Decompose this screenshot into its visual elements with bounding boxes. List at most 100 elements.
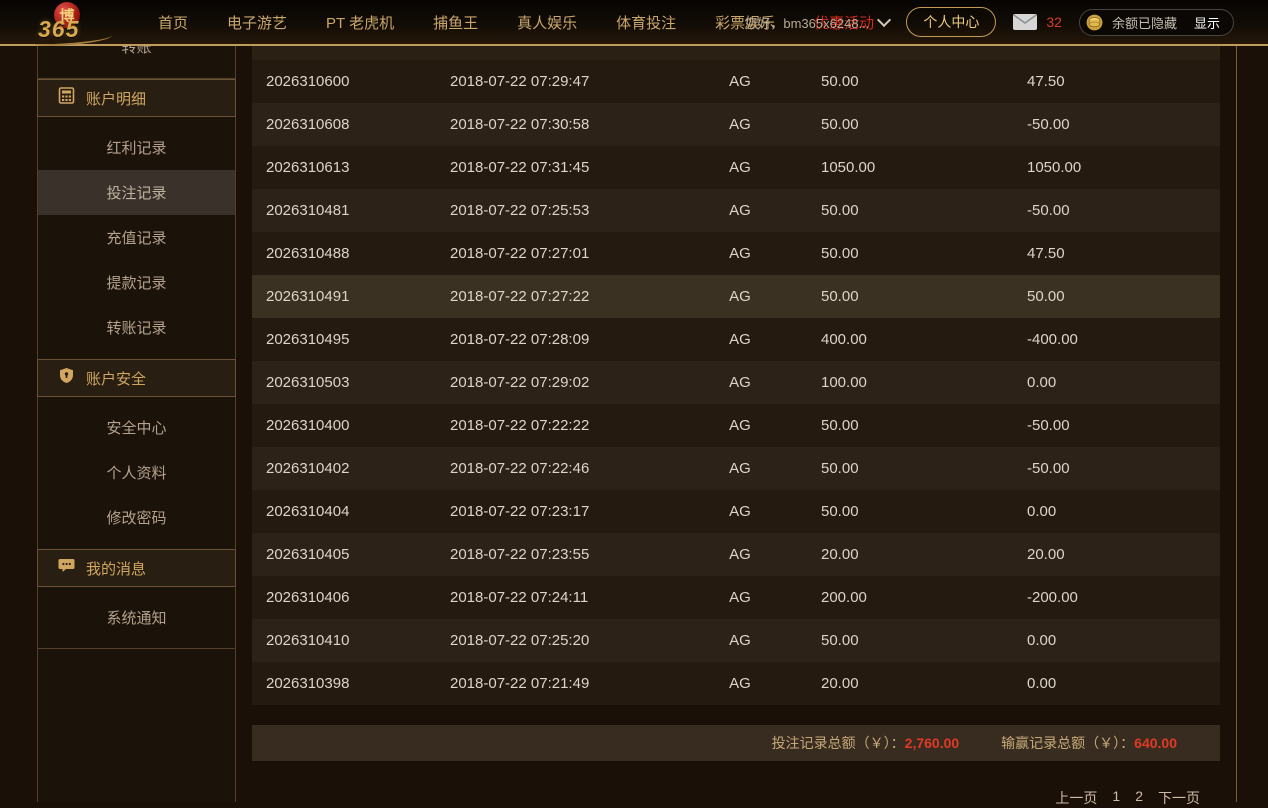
cell-record-id: 2026310600 — [266, 73, 350, 90]
nav-item-首页[interactable]: 首页 — [152, 12, 194, 33]
cell-timestamp: 2018-07-22 07:24:11 — [450, 589, 589, 606]
cell-win-loss: -50.00 — [1027, 417, 1070, 434]
sidebar-item-提款记录[interactable]: 提款记录 — [38, 260, 235, 305]
table-row[interactable]: 2026310495 2018-07-22 07:28:09 AG 400.00 -40… — [252, 318, 1220, 361]
cell-bet-amount: 50.00 — [821, 417, 859, 434]
cell-record-id: 2026310406 — [266, 589, 350, 606]
table-row[interactable]: 2026310405 2018-07-22 07:23:55 AG 20.00 20.0… — [252, 533, 1220, 576]
sidebar-item-投注记录[interactable]: 投注记录 — [38, 170, 235, 215]
cell-platform: AG — [729, 374, 751, 391]
table-row[interactable]: 2026310503 2018-07-22 07:29:02 AG 100.00 0.0… — [252, 361, 1220, 404]
show-balance-button[interactable]: 显示 — [1194, 13, 1220, 32]
table-row[interactable]: 2026310406 2018-07-22 07:24:11 AG 200.00 -20… — [252, 576, 1220, 619]
chevron-down-icon[interactable] — [877, 12, 892, 28]
cell-platform: AG — [729, 331, 751, 348]
table-header-partial — [252, 46, 1220, 60]
bet-records-panel: 2026310600 2018-07-22 07:29:47 AG 50.00 47.5… — [252, 46, 1220, 808]
cell-timestamp: 2018-07-22 07:25:53 — [450, 202, 590, 219]
sidebar-section-title: 账户明细 — [86, 90, 147, 108]
cell-win-loss: 47.50 — [1027, 245, 1065, 262]
sidebar-section-账户安全[interactable]: 账户安全 — [37, 359, 236, 397]
sidebar-item-系统通知[interactable]: 系统通知 — [38, 595, 235, 640]
nav-item-PT 老虎机[interactable]: PT 老虎机 — [320, 12, 400, 33]
cell-platform: AG — [729, 245, 751, 262]
cell-record-id: 2026310495 — [266, 331, 350, 348]
cell-record-id: 2026310608 — [266, 116, 350, 133]
cell-bet-amount: 50.00 — [821, 245, 859, 262]
profile-center-button[interactable]: 个人中心 — [906, 7, 997, 37]
table-row[interactable]: 2026310410 2018-07-22 07:25:20 AG 50.00 0.00 — [252, 619, 1220, 662]
nav-item-电子游艺[interactable]: 电子游艺 — [221, 12, 293, 33]
pagination-next[interactable]: 下一页 — [1158, 788, 1200, 808]
sidebar-section-我的消息[interactable]: 我的消息 — [37, 549, 236, 587]
cell-bet-amount: 200.00 — [821, 589, 867, 606]
cell-platform: AG — [729, 632, 751, 649]
cell-bet-amount: 50.00 — [821, 202, 859, 219]
cell-bet-amount: 50.00 — [821, 116, 859, 133]
pagination-prev[interactable]: 上一页 — [1055, 788, 1097, 808]
cell-win-loss: 20.00 — [1027, 546, 1065, 563]
cell-win-loss: -50.00 — [1027, 460, 1070, 477]
cell-win-loss: -50.00 — [1027, 116, 1070, 133]
sidebar-item-个人资料[interactable]: 个人资料 — [38, 450, 235, 495]
cell-win-loss: 47.50 — [1027, 73, 1065, 90]
bet-total-value: 2,760.00 — [904, 735, 960, 751]
table-row[interactable]: 2026310600 2018-07-22 07:29:47 AG 50.00 47.5… — [252, 60, 1220, 103]
cell-record-id: 2026310481 — [266, 202, 350, 219]
table-row[interactable]: 2026310613 2018-07-22 07:31:45 AG 1050.00 10… — [252, 146, 1220, 189]
mail-button[interactable]: 32 — [1013, 14, 1062, 30]
cell-win-loss: 0.00 — [1027, 632, 1057, 649]
cell-record-id: 2026310410 — [266, 632, 350, 649]
cell-record-id: 2026310491 — [266, 288, 350, 305]
sidebar-item-红利记录[interactable]: 红利记录 — [38, 125, 235, 170]
sidebar-item-transfer-partial[interactable]: 转账 — [38, 46, 235, 79]
cell-platform: AG — [729, 159, 751, 176]
bet-records-table: 2026310600 2018-07-22 07:29:47 AG 50.00 47.5… — [252, 60, 1220, 705]
cell-platform: AG — [729, 460, 751, 477]
cell-timestamp: 2018-07-22 07:27:01 — [450, 245, 590, 262]
cell-bet-amount: 20.00 — [821, 546, 859, 563]
nav-item-体育投注[interactable]: 体育投注 — [610, 12, 682, 33]
table-row[interactable]: 2026310398 2018-07-22 07:21:49 AG 20.00 0.00 — [252, 662, 1220, 705]
cell-timestamp: 2018-07-22 07:25:20 — [450, 632, 590, 649]
cell-record-id: 2026310405 — [266, 546, 350, 563]
mail-icon — [1013, 14, 1038, 30]
table-row[interactable]: 2026310491 2018-07-22 07:27:22 AG 50.00 50.0… — [252, 275, 1220, 318]
topbar-right-cluster: 您好，bm365x6248... 个人中心 32 余额已隐藏 显示 — [744, 0, 1234, 44]
table-row[interactable]: 2026310400 2018-07-22 07:22:22 AG 50.00 -50.… — [252, 404, 1220, 447]
table-row[interactable]: 2026310608 2018-07-22 07:30:58 AG 50.00 -50.… — [252, 103, 1220, 146]
cell-platform: AG — [729, 546, 751, 563]
cell-win-loss: 0.00 — [1027, 675, 1057, 692]
sidebar-section-title: 账户安全 — [86, 370, 147, 388]
ledger-icon — [58, 87, 75, 109]
cell-timestamp: 2018-07-22 07:29:02 — [450, 374, 590, 391]
content-right-border — [1236, 46, 1237, 802]
sidebar-item-安全中心[interactable]: 安全中心 — [38, 405, 235, 450]
cell-timestamp: 2018-07-22 07:27:22 — [450, 288, 590, 305]
cell-record-id: 2026310613 — [266, 159, 350, 176]
sidebar-section-账户明细[interactable]: 账户明细 — [37, 79, 236, 117]
cell-win-loss: -400.00 — [1027, 331, 1078, 348]
balance-pill: 余额已隐藏 显示 — [1078, 8, 1234, 36]
sidebar-item-修改密码[interactable]: 修改密码 — [38, 495, 235, 540]
mail-unread-count: 32 — [1046, 14, 1062, 30]
sidebar-item-label: 转账 — [121, 46, 152, 56]
account-dropdown[interactable]: 您好，bm365x6248... — [744, 12, 892, 32]
top-navigation-bar: 博 365 首页 电子游艺 PT 老虎机 捕鱼王 真人娱乐 体育投注 彩票娱乐 优惠活动 您好… — [0, 0, 1268, 48]
site-logo[interactable]: 博 365 — [30, 1, 130, 48]
sidebar-item-转账记录[interactable]: 转账记录 — [38, 305, 235, 350]
table-row[interactable]: 2026310481 2018-07-22 07:25:53 AG 50.00 -50.… — [252, 189, 1220, 232]
cell-timestamp: 2018-07-22 07:23:17 — [450, 503, 590, 520]
summary-bar: 投注记录总额（￥）： 2,760.00 输赢记录总额（￥）： 640.00 — [252, 725, 1220, 761]
table-row[interactable]: 2026310404 2018-07-22 07:23:17 AG 50.00 0.00 — [252, 490, 1220, 533]
table-row[interactable]: 2026310402 2018-07-22 07:22:46 AG 50.00 -50.… — [252, 447, 1220, 490]
sidebar-sub-group: 安全中心 个人资料 修改密码 — [38, 397, 235, 549]
cell-record-id: 2026310398 — [266, 675, 350, 692]
nav-item-真人娱乐[interactable]: 真人娱乐 — [511, 12, 583, 33]
sidebar-item-充值记录[interactable]: 充值记录 — [38, 215, 235, 260]
cell-timestamp: 2018-07-22 07:22:46 — [450, 460, 590, 477]
table-row[interactable]: 2026310488 2018-07-22 07:27:01 AG 50.00 47.5… — [252, 232, 1220, 275]
cell-bet-amount: 50.00 — [821, 632, 859, 649]
message-icon — [58, 557, 75, 579]
nav-item-捕鱼王[interactable]: 捕鱼王 — [427, 12, 484, 33]
